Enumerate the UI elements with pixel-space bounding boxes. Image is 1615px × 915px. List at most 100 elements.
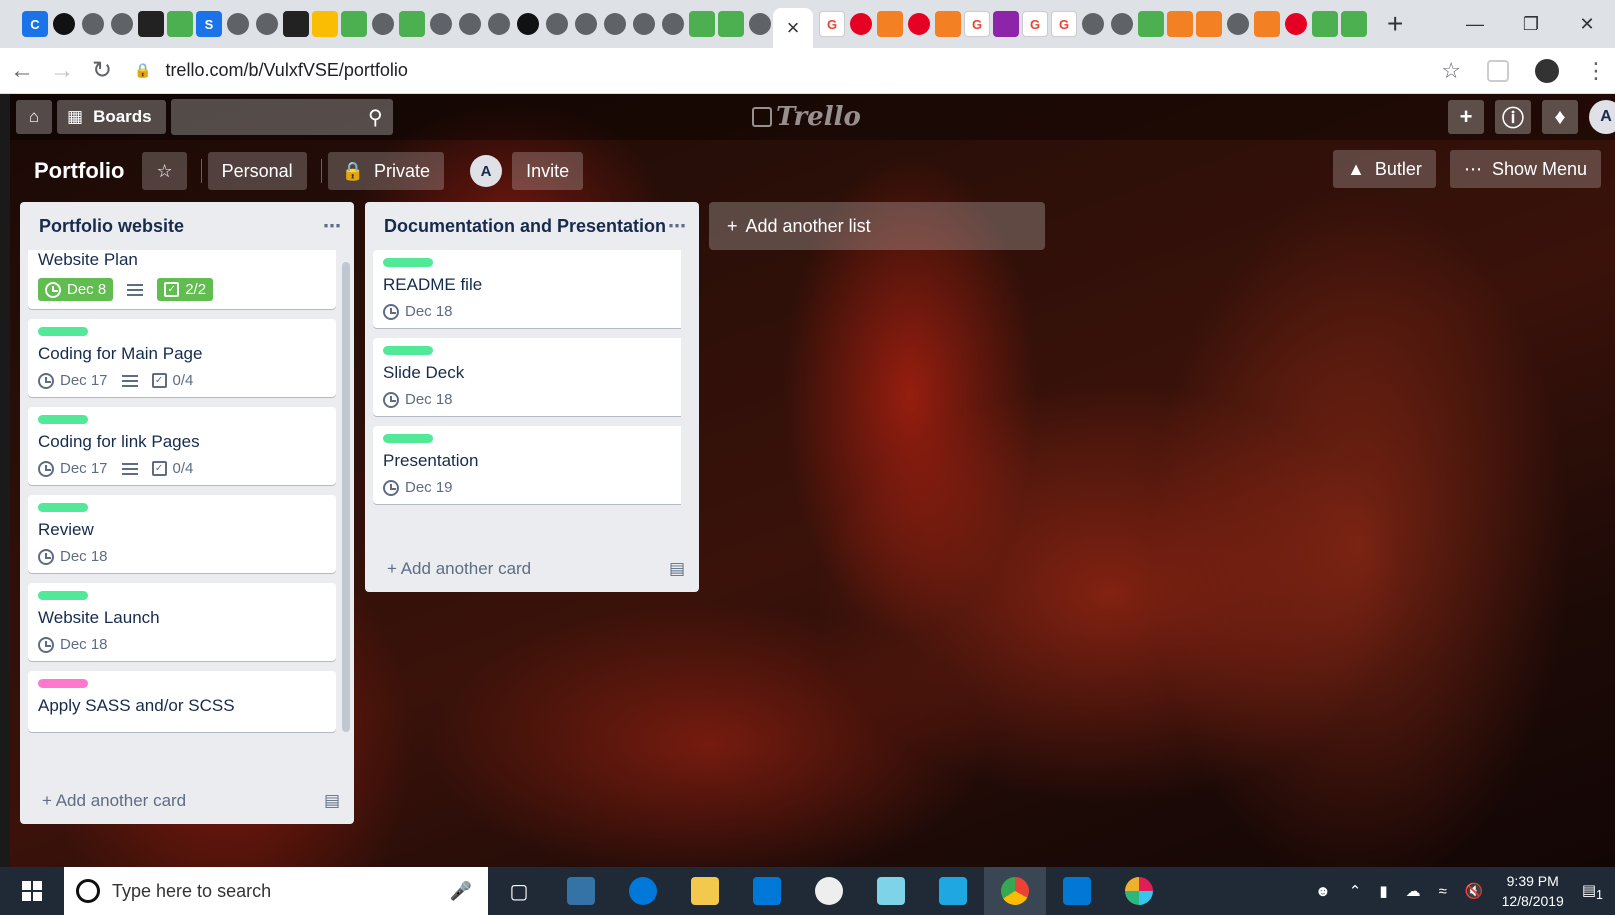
invite-button[interactable]: Invite (512, 152, 584, 190)
taskbar-app[interactable] (798, 867, 860, 915)
taskbar-app[interactable] (736, 867, 798, 915)
bookmark-star-icon[interactable]: ☆ (1441, 58, 1461, 84)
butler-button[interactable]: ▲ Butler (1333, 150, 1436, 188)
onedrive-icon[interactable]: ☁ (1406, 882, 1421, 900)
add-card-button[interactable]: + Add another card ▤ (365, 546, 699, 592)
taskbar-app[interactable] (1108, 867, 1170, 915)
minimize-icon[interactable]: — (1447, 0, 1503, 48)
card-label[interactable] (38, 679, 88, 688)
task-view-button[interactable]: ▢ (488, 867, 550, 915)
taskbar-app[interactable] (550, 867, 612, 915)
card-review[interactable]: Review Dec 18 (28, 495, 336, 573)
list-menu-icon[interactable]: ⋯ (323, 216, 342, 237)
globe-tab-icon[interactable] (633, 13, 655, 35)
wifi-icon[interactable]: ≈ (1439, 883, 1447, 900)
list-title[interactable]: Documentation and Presentation (384, 216, 666, 237)
globe-tab-icon[interactable] (82, 13, 104, 35)
card-slide-deck[interactable]: Slide Deck Dec 18 (373, 338, 681, 416)
globe-tab-icon[interactable] (546, 13, 568, 35)
globe-tab-icon[interactable] (1111, 13, 1133, 35)
stackoverflow-tab-icon[interactable] (1167, 11, 1193, 37)
home-button[interactable]: ⌂ (16, 100, 52, 134)
globe-tab-icon[interactable] (488, 13, 510, 35)
github-tab-icon[interactable] (53, 13, 75, 35)
taskbar-app[interactable] (612, 867, 674, 915)
card-label[interactable] (383, 434, 433, 443)
member-avatar[interactable]: A (1589, 100, 1615, 134)
card-coding-main-page[interactable]: Coding for Main Page Dec 17 ✓ 0/4 (28, 319, 336, 397)
tab-favicon[interactable] (399, 11, 425, 37)
card-label[interactable] (38, 327, 88, 336)
list-header[interactable]: Documentation and Presentation ⋯ (365, 202, 699, 250)
card-template-icon[interactable]: ▤ (324, 791, 340, 811)
gmail-tab-icon[interactable] (283, 11, 309, 37)
taskbar-app[interactable] (860, 867, 922, 915)
url-field[interactable]: 🔒 trello.com/b/VulxfVSE/portfolio (134, 60, 408, 81)
globe-tab-icon[interactable] (749, 13, 771, 35)
google-tab-icon[interactable]: G (964, 11, 990, 37)
due-date-badge[interactable]: Dec 18 (38, 636, 108, 653)
tab-favicon[interactable] (227, 13, 249, 35)
due-date-badge[interactable]: Dec 17 (38, 460, 108, 477)
stackoverflow-tab-icon[interactable] (1254, 11, 1280, 37)
globe-tab-icon[interactable] (372, 13, 394, 35)
tab-favicon[interactable] (1312, 11, 1338, 37)
lock-icon[interactable]: 🔒 (134, 62, 151, 79)
card-label[interactable] (383, 346, 433, 355)
system-clock[interactable]: 9:39 PM 12/8/2019 (1502, 871, 1564, 911)
pinterest-tab-icon[interactable] (850, 13, 872, 35)
pinterest-tab-icon[interactable] (908, 13, 930, 35)
info-button[interactable]: ⓘ (1495, 100, 1531, 134)
globe-tab-icon[interactable] (111, 13, 133, 35)
profile-icon[interactable] (1535, 59, 1559, 83)
globe-tab-icon[interactable] (604, 13, 626, 35)
browser-menu-icon[interactable]: ⋮ (1585, 58, 1607, 84)
google-tab-icon[interactable]: G (819, 11, 845, 37)
stackoverflow-tab-icon[interactable] (1196, 11, 1222, 37)
card-template-icon[interactable]: ▤ (669, 559, 685, 579)
tab-favicon[interactable] (1285, 13, 1307, 35)
list-title[interactable]: Portfolio website (39, 216, 184, 237)
card-apply-sass[interactable]: Apply SASS and/or SCSS (28, 671, 336, 732)
due-date-badge[interactable]: Dec 18 (38, 548, 108, 565)
card-label[interactable] (383, 258, 433, 267)
card-label[interactable] (38, 415, 88, 424)
board-title[interactable]: Portfolio (34, 158, 124, 184)
globe-tab-icon[interactable] (662, 13, 684, 35)
new-tab-button[interactable]: + (1387, 8, 1403, 40)
tab-favicon[interactable] (1341, 11, 1367, 37)
star-board-button[interactable]: ☆ (142, 152, 187, 190)
tab-favicon[interactable] (1138, 11, 1164, 37)
taskbar-app[interactable] (674, 867, 736, 915)
volume-icon[interactable]: 🔇 (1465, 882, 1484, 900)
trello-logo[interactable]: Trello (752, 102, 861, 132)
due-date-badge[interactable]: Dec 8 (38, 278, 114, 301)
forward-arrow-icon[interactable]: → (44, 57, 80, 85)
tab-favicon[interactable] (718, 11, 744, 37)
tab-favicon[interactable] (312, 11, 338, 37)
tab-favicon[interactable]: S (196, 11, 222, 37)
add-card-button[interactable]: + Add another card ▤ (20, 778, 354, 824)
mail-tab-icon[interactable] (993, 11, 1019, 37)
card-coding-link-pages[interactable]: Coding for link Pages Dec 17 ✓ 0/4 (28, 407, 336, 485)
google-tab-icon[interactable]: G (1022, 11, 1048, 37)
taskbar-app[interactable] (922, 867, 984, 915)
reload-icon[interactable]: ↻ (84, 56, 120, 85)
start-button[interactable] (0, 867, 64, 915)
globe-tab-icon[interactable] (1227, 13, 1249, 35)
due-date-badge[interactable]: Dec 18 (383, 303, 453, 320)
card-website-launch[interactable]: Website Launch Dec 18 (28, 583, 336, 661)
back-arrow-icon[interactable]: ← (4, 57, 40, 85)
show-menu-button[interactable]: ⋯ Show Menu (1449, 150, 1601, 188)
google-tab-icon[interactable]: G (1051, 11, 1077, 37)
people-icon[interactable]: ☻ (1315, 883, 1331, 900)
tab-favicon[interactable]: C (22, 11, 48, 37)
card-label[interactable] (38, 503, 88, 512)
due-date-badge[interactable]: Dec 17 (38, 372, 108, 389)
battery-icon[interactable]: ▮ (1379, 882, 1387, 900)
card-presentation[interactable]: Presentation Dec 19 (373, 426, 681, 504)
tab-favicon[interactable] (256, 13, 278, 35)
globe-tab-icon[interactable] (575, 13, 597, 35)
chevron-up-icon[interactable]: ⌃ (1349, 882, 1362, 900)
add-list-button[interactable]: + Add another list (709, 202, 1045, 250)
